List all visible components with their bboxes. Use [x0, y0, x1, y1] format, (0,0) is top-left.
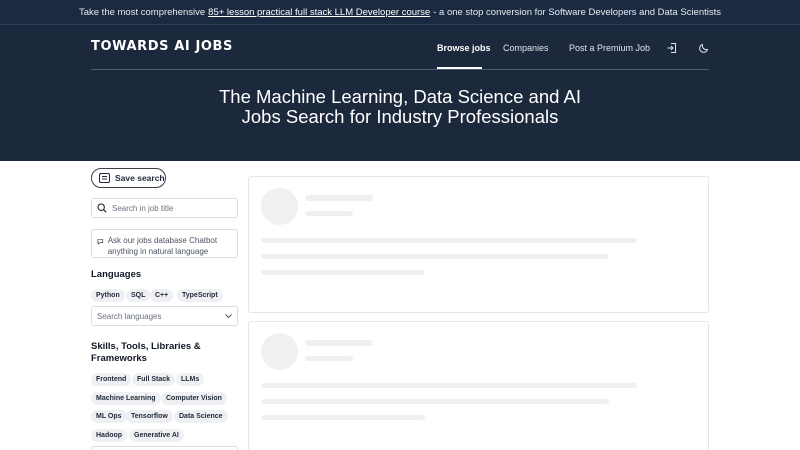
skill-tag[interactable]: Machine Learning [91, 392, 161, 405]
skill-tag[interactable]: Computer Vision [161, 392, 227, 405]
language-tag[interactable]: SQL [126, 289, 151, 302]
save-search-label: Save search [115, 173, 165, 183]
skill-tag[interactable]: Generative AI [129, 429, 184, 442]
skeleton-line [305, 340, 373, 346]
nav-companies[interactable]: Companies [503, 41, 549, 55]
skeleton-avatar [261, 333, 298, 370]
skeleton-avatar [261, 188, 298, 225]
skeleton-line [305, 356, 353, 361]
skeleton-line [261, 238, 637, 243]
languages-search-placeholder: Search languages [97, 311, 162, 321]
skills-heading: Skills, Tools, Libraries & Frameworks [91, 341, 201, 364]
chevron-down-icon [225, 313, 232, 318]
announcement-suffix: - a one stop conversion for Software Dev… [433, 6, 722, 18]
header-divider [91, 69, 709, 70]
chatbot-prompt[interactable]: Ask our jobs database Chatbot anything i… [91, 229, 238, 258]
skills-search-select[interactable] [91, 446, 238, 450]
skill-tag[interactable]: Tensorflow [126, 410, 173, 423]
skill-tag[interactable]: Hadoop [91, 429, 128, 442]
skeleton-line [305, 195, 373, 201]
chat-icon [97, 239, 104, 245]
skill-tag[interactable]: Data Science [174, 410, 228, 423]
skeleton-line [261, 383, 637, 388]
skeleton-line [261, 254, 609, 259]
skill-tag[interactable]: Full Stack [132, 373, 176, 386]
save-search-button[interactable]: Save search [91, 168, 166, 188]
language-tag[interactable]: Python [91, 289, 125, 302]
save-icon [99, 173, 110, 183]
chatbot-text: Ask our jobs database Chatbot anything i… [107, 236, 218, 256]
language-tag[interactable]: C++ [150, 289, 174, 302]
job-card-placeholder [248, 176, 709, 313]
skill-tag[interactable]: Frontend [91, 373, 132, 386]
hero-title: The Machine Learning, Data Science and A… [218, 86, 581, 127]
job-card-placeholder [248, 321, 709, 450]
languages-heading: Languages [91, 269, 142, 280]
skill-tag[interactable]: LLMs [176, 373, 205, 386]
main-nav: Browse jobs Companies Post a Premium Job [0, 41, 800, 55]
languages-search-select[interactable]: Search languages [91, 306, 238, 326]
skeleton-line [261, 415, 425, 420]
search-icon [97, 203, 107, 213]
moon-icon[interactable] [698, 41, 712, 55]
skeleton-line [261, 399, 609, 404]
announcement-bar: Take the most comprehensive 85+ lesson p… [0, 0, 800, 25]
announcement-prefix: Take the most comprehensive [78, 6, 206, 18]
job-title-search[interactable] [91, 198, 238, 218]
announcement-course-link[interactable]: 85+ lesson practical full stack LLM Deve… [208, 7, 430, 18]
skill-tag[interactable]: ML Ops [91, 410, 127, 423]
nav-browse-jobs[interactable]: Browse jobs [437, 41, 491, 55]
skeleton-line [305, 211, 353, 216]
language-tag[interactable]: TypeScript [177, 289, 223, 302]
site-header: TOWARDS AI JOBS Browse jobs Companies Po… [0, 25, 800, 161]
skeleton-line [261, 270, 425, 275]
job-title-search-input[interactable] [112, 203, 232, 213]
nav-post-premium-job[interactable]: Post a Premium Job [569, 41, 650, 55]
login-icon[interactable] [666, 41, 680, 55]
